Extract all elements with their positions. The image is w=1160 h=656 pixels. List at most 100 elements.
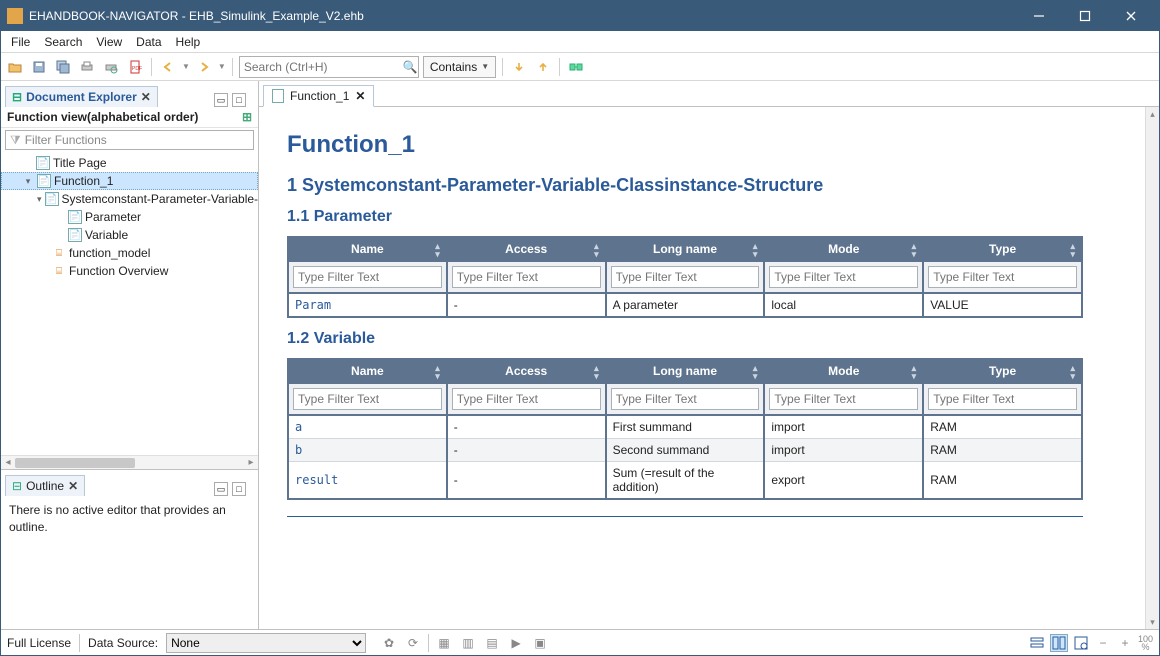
editor-tab-function-1[interactable]: Function_1 ✕ bbox=[263, 85, 374, 107]
view-maximize-icon[interactable]: □ bbox=[232, 93, 246, 107]
document-tree[interactable]: 📄Title Page▾📄Function_1▾📄Systemconstant-… bbox=[1, 152, 258, 455]
refresh-icon[interactable]: ⟳ bbox=[404, 634, 422, 652]
layout-2-icon[interactable]: ▥ bbox=[459, 634, 477, 652]
column-filter-input[interactable] bbox=[769, 388, 918, 410]
menu-file[interactable]: File bbox=[5, 33, 36, 51]
save-icon[interactable] bbox=[29, 57, 49, 77]
view-mode-2-icon[interactable] bbox=[1050, 634, 1068, 652]
column-header[interactable]: Name▴▾ bbox=[288, 237, 447, 261]
search-up-button[interactable] bbox=[533, 57, 553, 77]
play-icon[interactable]: ▶ bbox=[507, 634, 525, 652]
sort-icon[interactable]: ▴▾ bbox=[753, 242, 758, 258]
tree-item[interactable]: ▾📄Systemconstant-Parameter-Variable-C bbox=[1, 190, 258, 208]
sort-icon[interactable]: ▴▾ bbox=[1070, 242, 1075, 258]
sort-icon[interactable]: ▴▾ bbox=[435, 364, 440, 380]
column-header[interactable]: Long name▴▾ bbox=[606, 359, 765, 383]
stop-icon[interactable]: ▣ bbox=[531, 634, 549, 652]
print-icon[interactable] bbox=[77, 57, 97, 77]
close-icon[interactable]: ✕ bbox=[355, 89, 365, 103]
table-row[interactable]: b-Second summandimportRAM bbox=[288, 439, 1082, 462]
search-input[interactable] bbox=[244, 60, 399, 74]
tree-item[interactable]: 📄Variable bbox=[1, 226, 258, 244]
column-filter-input[interactable] bbox=[928, 266, 1077, 288]
forward-dropdown-icon[interactable]: ▼ bbox=[218, 62, 226, 71]
column-filter-input[interactable] bbox=[293, 388, 442, 410]
column-filter-input[interactable] bbox=[928, 388, 1077, 410]
column-header[interactable]: Type▴▾ bbox=[923, 237, 1082, 261]
outline-tab[interactable]: ⊟ Outline ✕ bbox=[5, 475, 85, 496]
maximize-button[interactable] bbox=[1063, 2, 1107, 30]
search-box[interactable]: 🔍 bbox=[239, 56, 419, 78]
sort-icon[interactable]: ▴▾ bbox=[435, 242, 440, 258]
sort-icon[interactable]: ▴▾ bbox=[594, 242, 599, 258]
scroll-down-icon[interactable]: ▾ bbox=[1146, 615, 1159, 629]
cell-name[interactable]: a bbox=[295, 420, 302, 434]
open-folder-icon[interactable] bbox=[5, 57, 25, 77]
search-icon[interactable]: 🔍 bbox=[403, 60, 418, 74]
back-dropdown-icon[interactable]: ▼ bbox=[182, 62, 190, 71]
table-row[interactable]: result-Sum (=result of the addition)expo… bbox=[288, 462, 1082, 500]
close-icon[interactable]: ✕ bbox=[68, 479, 78, 493]
close-icon[interactable]: ✕ bbox=[141, 90, 151, 104]
search-mode-dropdown[interactable]: Contains▼ bbox=[423, 56, 496, 78]
sort-icon[interactable]: ▴▾ bbox=[1070, 364, 1075, 380]
column-filter-input[interactable] bbox=[293, 266, 442, 288]
column-header[interactable]: Mode▴▾ bbox=[764, 359, 923, 383]
column-header[interactable]: Type▴▾ bbox=[923, 359, 1082, 383]
sort-icon[interactable]: ▴▾ bbox=[594, 364, 599, 380]
column-filter-input[interactable] bbox=[611, 266, 760, 288]
filter-functions-input[interactable]: ⧩ Filter Functions bbox=[5, 130, 254, 150]
layout-3-icon[interactable]: ▤ bbox=[483, 634, 501, 652]
tree-hscrollbar[interactable]: ◂ ▸ bbox=[1, 455, 258, 469]
export-pdf-icon[interactable]: PDF bbox=[125, 57, 145, 77]
cell-name[interactable]: result bbox=[295, 473, 338, 487]
minimize-button[interactable] bbox=[1017, 2, 1061, 30]
view-minimize-icon[interactable]: ▭ bbox=[214, 93, 228, 107]
column-filter-input[interactable] bbox=[769, 266, 918, 288]
cell-name[interactable]: Param bbox=[295, 298, 331, 312]
view-minimize-icon[interactable]: ▭ bbox=[214, 482, 228, 496]
scroll-left-icon[interactable]: ◂ bbox=[1, 456, 15, 470]
doc-explorer-tab[interactable]: ⊟ Document Explorer ✕ bbox=[5, 86, 158, 107]
column-header[interactable]: Access▴▾ bbox=[447, 237, 606, 261]
view-menu-icon[interactable]: ⊞ bbox=[242, 110, 252, 124]
table-row[interactable]: a-First summandimportRAM bbox=[288, 415, 1082, 439]
view-maximize-icon[interactable]: □ bbox=[232, 482, 246, 496]
tree-item[interactable]: ⌸function_model bbox=[1, 244, 258, 262]
back-button[interactable] bbox=[158, 57, 178, 77]
column-filter-input[interactable] bbox=[452, 266, 601, 288]
menu-help[interactable]: Help bbox=[170, 33, 207, 51]
zoom-out-icon[interactable]: − bbox=[1094, 634, 1112, 652]
forward-button[interactable] bbox=[194, 57, 214, 77]
menu-data[interactable]: Data bbox=[130, 33, 167, 51]
editor-vscrollbar[interactable]: ▴ ▾ bbox=[1145, 107, 1159, 629]
scroll-thumb[interactable] bbox=[15, 458, 135, 468]
expand-toggle-icon[interactable]: ▾ bbox=[37, 194, 42, 205]
scroll-up-icon[interactable]: ▴ bbox=[1146, 107, 1159, 121]
tree-item[interactable]: 📄Title Page bbox=[1, 154, 258, 172]
save-all-icon[interactable] bbox=[53, 57, 73, 77]
column-header[interactable]: Access▴▾ bbox=[447, 359, 606, 383]
column-header[interactable]: Name▴▾ bbox=[288, 359, 447, 383]
sort-icon[interactable]: ▴▾ bbox=[753, 364, 758, 380]
print-preview-icon[interactable] bbox=[101, 57, 121, 77]
cell-name[interactable]: b bbox=[295, 443, 302, 457]
highlight-toggle-icon[interactable] bbox=[566, 57, 586, 77]
column-filter-input[interactable] bbox=[452, 388, 601, 410]
column-header[interactable]: Long name▴▾ bbox=[606, 237, 765, 261]
close-button[interactable] bbox=[1109, 2, 1153, 30]
view-mode-3-icon[interactable] bbox=[1072, 634, 1090, 652]
datasource-select[interactable]: None bbox=[166, 633, 366, 653]
zoom-in-icon[interactable]: + bbox=[1116, 634, 1134, 652]
menu-view[interactable]: View bbox=[90, 33, 128, 51]
gear-icon[interactable]: ✿ bbox=[380, 634, 398, 652]
column-header[interactable]: Mode▴▾ bbox=[764, 237, 923, 261]
sort-icon[interactable]: ▴▾ bbox=[912, 364, 917, 380]
menu-search[interactable]: Search bbox=[38, 33, 88, 51]
tree-item[interactable]: ▾📄Function_1 bbox=[1, 172, 258, 190]
sort-icon[interactable]: ▴▾ bbox=[912, 242, 917, 258]
layout-1-icon[interactable]: ▦ bbox=[435, 634, 453, 652]
view-mode-1-icon[interactable] bbox=[1028, 634, 1046, 652]
tree-item[interactable]: ⌸Function Overview bbox=[1, 262, 258, 280]
expand-toggle-icon[interactable]: ▾ bbox=[22, 176, 34, 187]
